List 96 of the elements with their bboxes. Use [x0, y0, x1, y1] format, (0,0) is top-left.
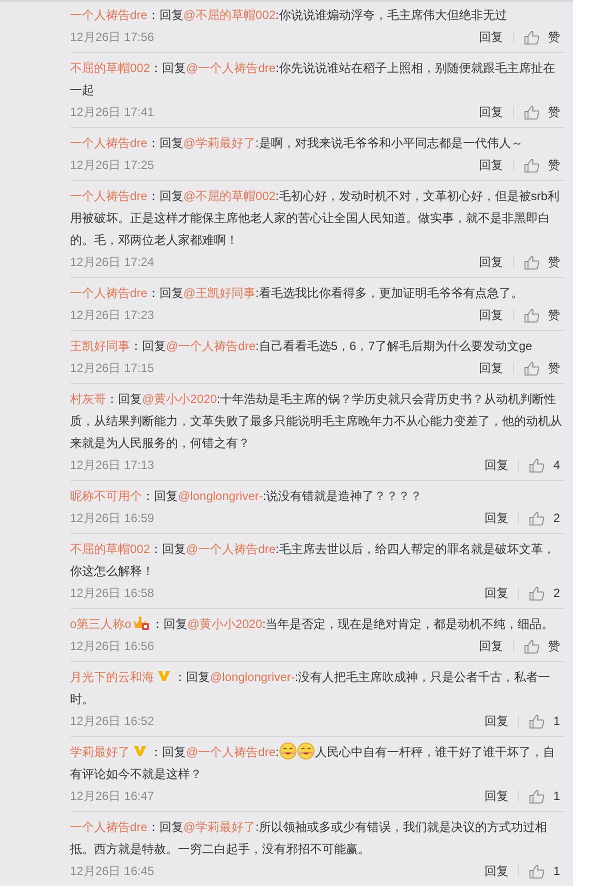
comment-time: 12月26日 17:41 [70, 104, 156, 121]
reply-link[interactable]: 回复 [479, 306, 503, 324]
smiling-face-icon [278, 742, 297, 760]
comment-text: 一个人祷告dre：回复@学莉最好了:所以领袖或多或少有错误，我们就是决议的方式功过相抵。西方就是特赦。一穷二白起手，没有邪招不可能赢。 [70, 819, 548, 858]
comment-time: 12月26日 17:56 [70, 29, 156, 46]
comment-time: 12月26日 16:56 [70, 638, 156, 655]
user-link[interactable]: 一个人祷告dre [70, 189, 148, 203]
like-count: 赞 [548, 29, 560, 46]
thumbs-up-icon[interactable] [529, 714, 546, 728]
like-count: 1 [553, 863, 560, 880]
mention-link[interactable]: @不屈的草帽002 [183, 189, 276, 203]
thumbs-up-icon[interactable] [524, 104, 540, 120]
comment-text: 一个人祷告dre：回复@不屈的草帽002:你说说谁煽动浮夸，毛主席伟大但绝非无过 [70, 7, 508, 24]
comment-time: 12月26日 17:24 [70, 254, 156, 271]
reply-link[interactable]: 回复 [484, 862, 508, 880]
reply-link[interactable]: 回复 [484, 456, 508, 474]
thumbs-up-icon[interactable] [529, 458, 546, 472]
thumbs-up-icon[interactable] [529, 788, 546, 804]
like-count: 赞 [548, 104, 560, 121]
smiling-face-icon [296, 742, 315, 760]
reply-link[interactable]: 回复 [479, 156, 503, 174]
user-link[interactable]: 学莉最好了 [70, 745, 130, 759]
comment-text: o第三人称o ：回复@黄小小2020:当年是否定，现在是绝对肯定，都是动机不纯，细品。 [70, 614, 555, 633]
like-count: 1 [553, 713, 560, 730]
user-link[interactable]: 一个人祷告dre [70, 8, 148, 22]
verified-v-icon [157, 670, 171, 682]
comment-time: 12月26日 16:52 [70, 713, 156, 730]
like-count: 赞 [548, 254, 560, 271]
user-link[interactable]: 月光下的云和海 [70, 670, 154, 684]
thumbs-up-icon[interactable] [529, 864, 546, 878]
comment-time: 12月26日 17:13 [70, 457, 156, 474]
mention-link[interactable]: @longlongriver- [210, 670, 295, 684]
thumbs-up-icon[interactable] [524, 30, 540, 44]
reply-link[interactable]: 回复 [484, 584, 508, 602]
mention-link[interactable]: @黄小小2020 [187, 617, 262, 631]
comment-time: 12月26日 16:45 [70, 863, 156, 880]
mention-link[interactable]: @一个人祷告dre [166, 339, 256, 353]
comment-time: 12月26日 17:15 [70, 360, 156, 377]
mention-link[interactable]: @学莉最好了 [183, 820, 256, 834]
like-count: 1 [553, 788, 560, 805]
comment-time: 12月26日 16:59 [70, 510, 156, 527]
user-link[interactable]: 一个人祷告dre [70, 286, 148, 300]
reply-link[interactable]: 回复 [479, 28, 503, 46]
like-count: 2 [553, 510, 560, 527]
mention-link[interactable]: @王凯好同事 [183, 286, 256, 300]
comment-text: 不屈的草帽002：回复@一个人祷告dre:你先说说谁站在稻子上照相，别随便就跟毛主席扯在一起 [70, 60, 556, 99]
thumbs-up-icon[interactable] [524, 254, 540, 270]
reply-link[interactable]: 回复 [479, 253, 503, 271]
thumbs-up-icon[interactable] [524, 638, 540, 654]
like-count: 赞 [548, 360, 560, 377]
thumbs-up-icon[interactable] [524, 360, 540, 376]
comment-time: 12月26日 17:23 [70, 307, 156, 324]
reply-link[interactable]: 回复 [484, 509, 508, 527]
mention-link[interactable]: @学莉最好了 [183, 136, 256, 150]
mention-link[interactable]: @不屈的草帽002 [183, 8, 276, 22]
mention-link[interactable]: @一个人祷告dre [186, 61, 276, 75]
user-link[interactable]: 一个人祷告dre [70, 136, 148, 150]
comment-time: 12月26日 16:47 [70, 788, 156, 805]
verified-v-icon [133, 745, 147, 757]
user-link[interactable]: 一个人祷告dre [70, 820, 148, 834]
like-count: 4 [553, 457, 560, 474]
mention-link[interactable]: @一个人祷告dre [186, 542, 276, 556]
thumbs-up-icon[interactable] [529, 586, 546, 600]
reply-link[interactable]: 回复 [479, 103, 503, 121]
user-link[interactable]: o第三人称o [70, 617, 132, 631]
comment-text: 昵称不可用个：回复@longlongriver-:说没有错就是造神了？？？？ [70, 488, 424, 505]
like-count: 赞 [548, 307, 560, 324]
mention-link[interactable]: @longlongriver- [178, 489, 263, 503]
comment-text: 一个人祷告dre：回复@不屈的草帽002:毛初心好，发动时机不对，文革初心好，但是被srb利用被破坏。正是这样才能保主席他老人家的苦心让全国人民知道。做实事，就不是非黑即白的。毛，邓两位老人家都难啊！ [70, 188, 561, 249]
comment-text: 村灰哥：回复@黄小小2020:十年浩劫是毛主席的锅？学历史就只会背历史书？从动机判断性质，从结果判断能力，文革失败了最多只能说明毛主席晚年力不从心能力变差了，他的动机从来就是为人民服务的，何错之有？ [70, 391, 563, 452]
thumbs-up-icon[interactable] [524, 308, 540, 322]
reply-link[interactable]: 回复 [479, 359, 503, 377]
user-link[interactable]: 不屈的草帽002 [70, 542, 150, 556]
user-link[interactable]: 村灰哥 [70, 392, 106, 406]
comment-text: 不屈的草帽002：回复@一个人祷告dre:毛主席去世以后，给四人帮定的罪名就是破坏文革，你这怎么解释！ [70, 541, 556, 580]
comment-text: 王凯好同事：回复@一个人祷告dre:自己看看毛选5，6，7了解毛后期为什么要发动文ge [70, 338, 534, 355]
comment-time: 12月26日 16:58 [70, 585, 156, 602]
reply-link[interactable]: 回复 [484, 712, 508, 730]
like-count: 赞 [548, 638, 560, 655]
like-count: 2 [553, 585, 560, 602]
reply-link[interactable]: 回复 [479, 637, 503, 655]
comment-text: 一个人祷告dre：回复@王凯好同事:看毛选我比你看得多，更加证明毛爷爷有点急了。 [70, 285, 524, 302]
like-count: 赞 [548, 157, 560, 174]
comment-text: 月光下的云和海 ：回复@longlongriver-:没有人把毛主席吹成神，只是公者千古，私者一时。 [70, 669, 552, 708]
user-link[interactable]: 王凯好同事 [70, 339, 130, 353]
comment-time: 12月26日 17:25 [70, 157, 156, 174]
comment-text: 一个人祷告dre：回复@学莉最好了:是啊，对我来说毛爷爷和小平同志都是一代伟人～ [70, 135, 524, 152]
member-badge-icon [132, 615, 150, 631]
user-link[interactable]: 昵称不可用个 [70, 489, 142, 503]
comment-text: 学莉最好了 ：回复@一个人祷告dre: 人民心中自有一杆秤，谁干好了谁干坏了，自有评论如今不就是这样？ [70, 741, 564, 785]
user-link[interactable]: 不屈的草帽002 [70, 61, 150, 75]
mention-link[interactable]: @黄小小2020 [142, 392, 217, 406]
thumbs-up-icon[interactable] [524, 158, 540, 172]
thumbs-up-icon[interactable] [529, 510, 546, 526]
mention-link[interactable]: @一个人祷告dre [186, 745, 276, 759]
reply-link[interactable]: 回复 [484, 787, 508, 805]
